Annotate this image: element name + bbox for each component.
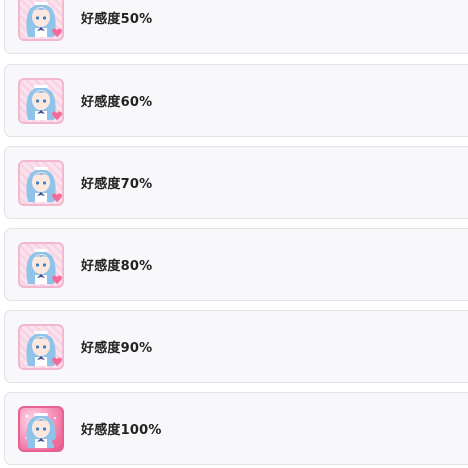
character-portrait-icon	[18, 159, 64, 206]
list-item-affection-70[interactable]: 好感度70%	[4, 146, 468, 219]
list-item-affection-100[interactable]: 好感度100%	[4, 392, 468, 465]
character-portrait-icon	[18, 405, 64, 452]
character-portrait-icon	[18, 77, 64, 124]
affection-label: 好感度80%	[81, 259, 153, 274]
affection-label: 好感度100%	[81, 423, 162, 438]
character-portrait-icon	[18, 323, 64, 370]
list-item-affection-90[interactable]: 好感度90%	[4, 310, 468, 383]
list-item-affection-60[interactable]: 好感度60%	[4, 64, 468, 137]
list-item-affection-50[interactable]: 好感度50%	[4, 0, 468, 54]
character-portrait-icon	[18, 241, 64, 288]
list-item-affection-80[interactable]: 好感度80%	[4, 228, 468, 301]
affection-label: 好感度60%	[81, 95, 153, 110]
character-portrait-icon	[18, 0, 64, 41]
affection-label: 好感度50%	[81, 12, 153, 27]
affection-label: 好感度70%	[81, 177, 153, 192]
affection-label: 好感度90%	[81, 341, 153, 356]
affection-reward-list: 好感度50% 好感度60% 好感度70% 好感度80% 好感度90% 好感度10…	[0, 0, 468, 468]
